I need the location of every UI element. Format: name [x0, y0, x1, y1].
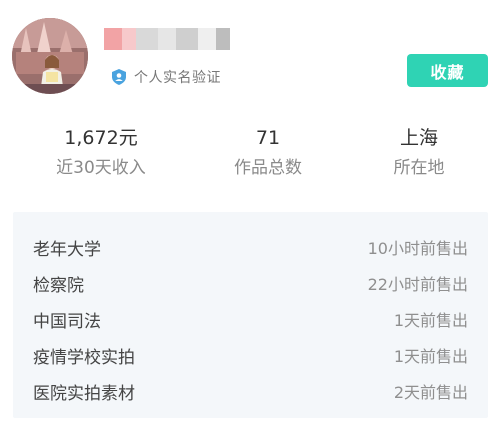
- stat-label: 所在地: [393, 158, 445, 178]
- name-mask-block: [216, 28, 230, 50]
- recent-sales-list: 老年大学 10小时前售出 检察院 22小时前售出 中国司法 1天前售出 疫情学校…: [13, 212, 488, 418]
- name-mask-block: [158, 28, 176, 50]
- verification-label: 个人实名验证: [134, 70, 221, 86]
- sale-time: 1天前售出: [393, 347, 468, 366]
- stat-value: 71: [255, 127, 281, 149]
- sale-title: 医院实拍素材: [33, 383, 135, 404]
- sale-title: 老年大学: [33, 239, 101, 260]
- verification-badge: 个人实名验证: [110, 67, 221, 87]
- list-item[interactable]: 医院实拍素材 2天前售出: [33, 373, 468, 409]
- stat-label: 近30天收入: [56, 158, 146, 178]
- author-stats: 1,672元 近30天收入 71 作品总数 上海 所在地: [0, 124, 504, 180]
- name-mask-block: [104, 28, 122, 50]
- name-mask-block: [176, 28, 198, 50]
- list-item[interactable]: 老年大学 10小时前售出: [33, 229, 468, 265]
- avatar-image: [12, 18, 88, 94]
- sale-time: 2天前售出: [393, 383, 468, 402]
- avatar[interactable]: [12, 18, 88, 94]
- shield-user-icon: [112, 69, 126, 85]
- stat-works[interactable]: 71 作品总数: [202, 124, 334, 180]
- list-item[interactable]: 疫情学校实拍 1天前售出: [33, 337, 468, 373]
- name-mask-block: [122, 28, 136, 50]
- list-item[interactable]: 中国司法 1天前售出: [33, 301, 468, 337]
- sale-title: 中国司法: [33, 311, 101, 332]
- name-mask-block: [136, 28, 158, 50]
- list-item[interactable]: 检察院 22小时前售出: [33, 265, 468, 301]
- stat-location: 上海 所在地: [334, 124, 504, 180]
- stat-label: 作品总数: [234, 158, 302, 178]
- author-card: 个人实名验证 收藏 1,672元 近30天收入 71 作品总数 上海 所在地 老…: [0, 0, 504, 433]
- author-name-masked: [104, 28, 244, 50]
- stat-value: 1,672元: [64, 127, 138, 149]
- name-mask-block: [198, 28, 216, 50]
- favorite-button[interactable]: 收藏: [407, 54, 488, 87]
- sale-time: 22小时前售出: [367, 275, 468, 294]
- sale-time: 1天前售出: [393, 311, 468, 330]
- sale-title: 疫情学校实拍: [33, 347, 135, 368]
- sale-title: 检察院: [33, 275, 84, 296]
- stat-value: 上海: [399, 127, 438, 149]
- sale-time: 10小时前售出: [367, 239, 468, 258]
- stat-income: 1,672元 近30天收入: [0, 124, 202, 180]
